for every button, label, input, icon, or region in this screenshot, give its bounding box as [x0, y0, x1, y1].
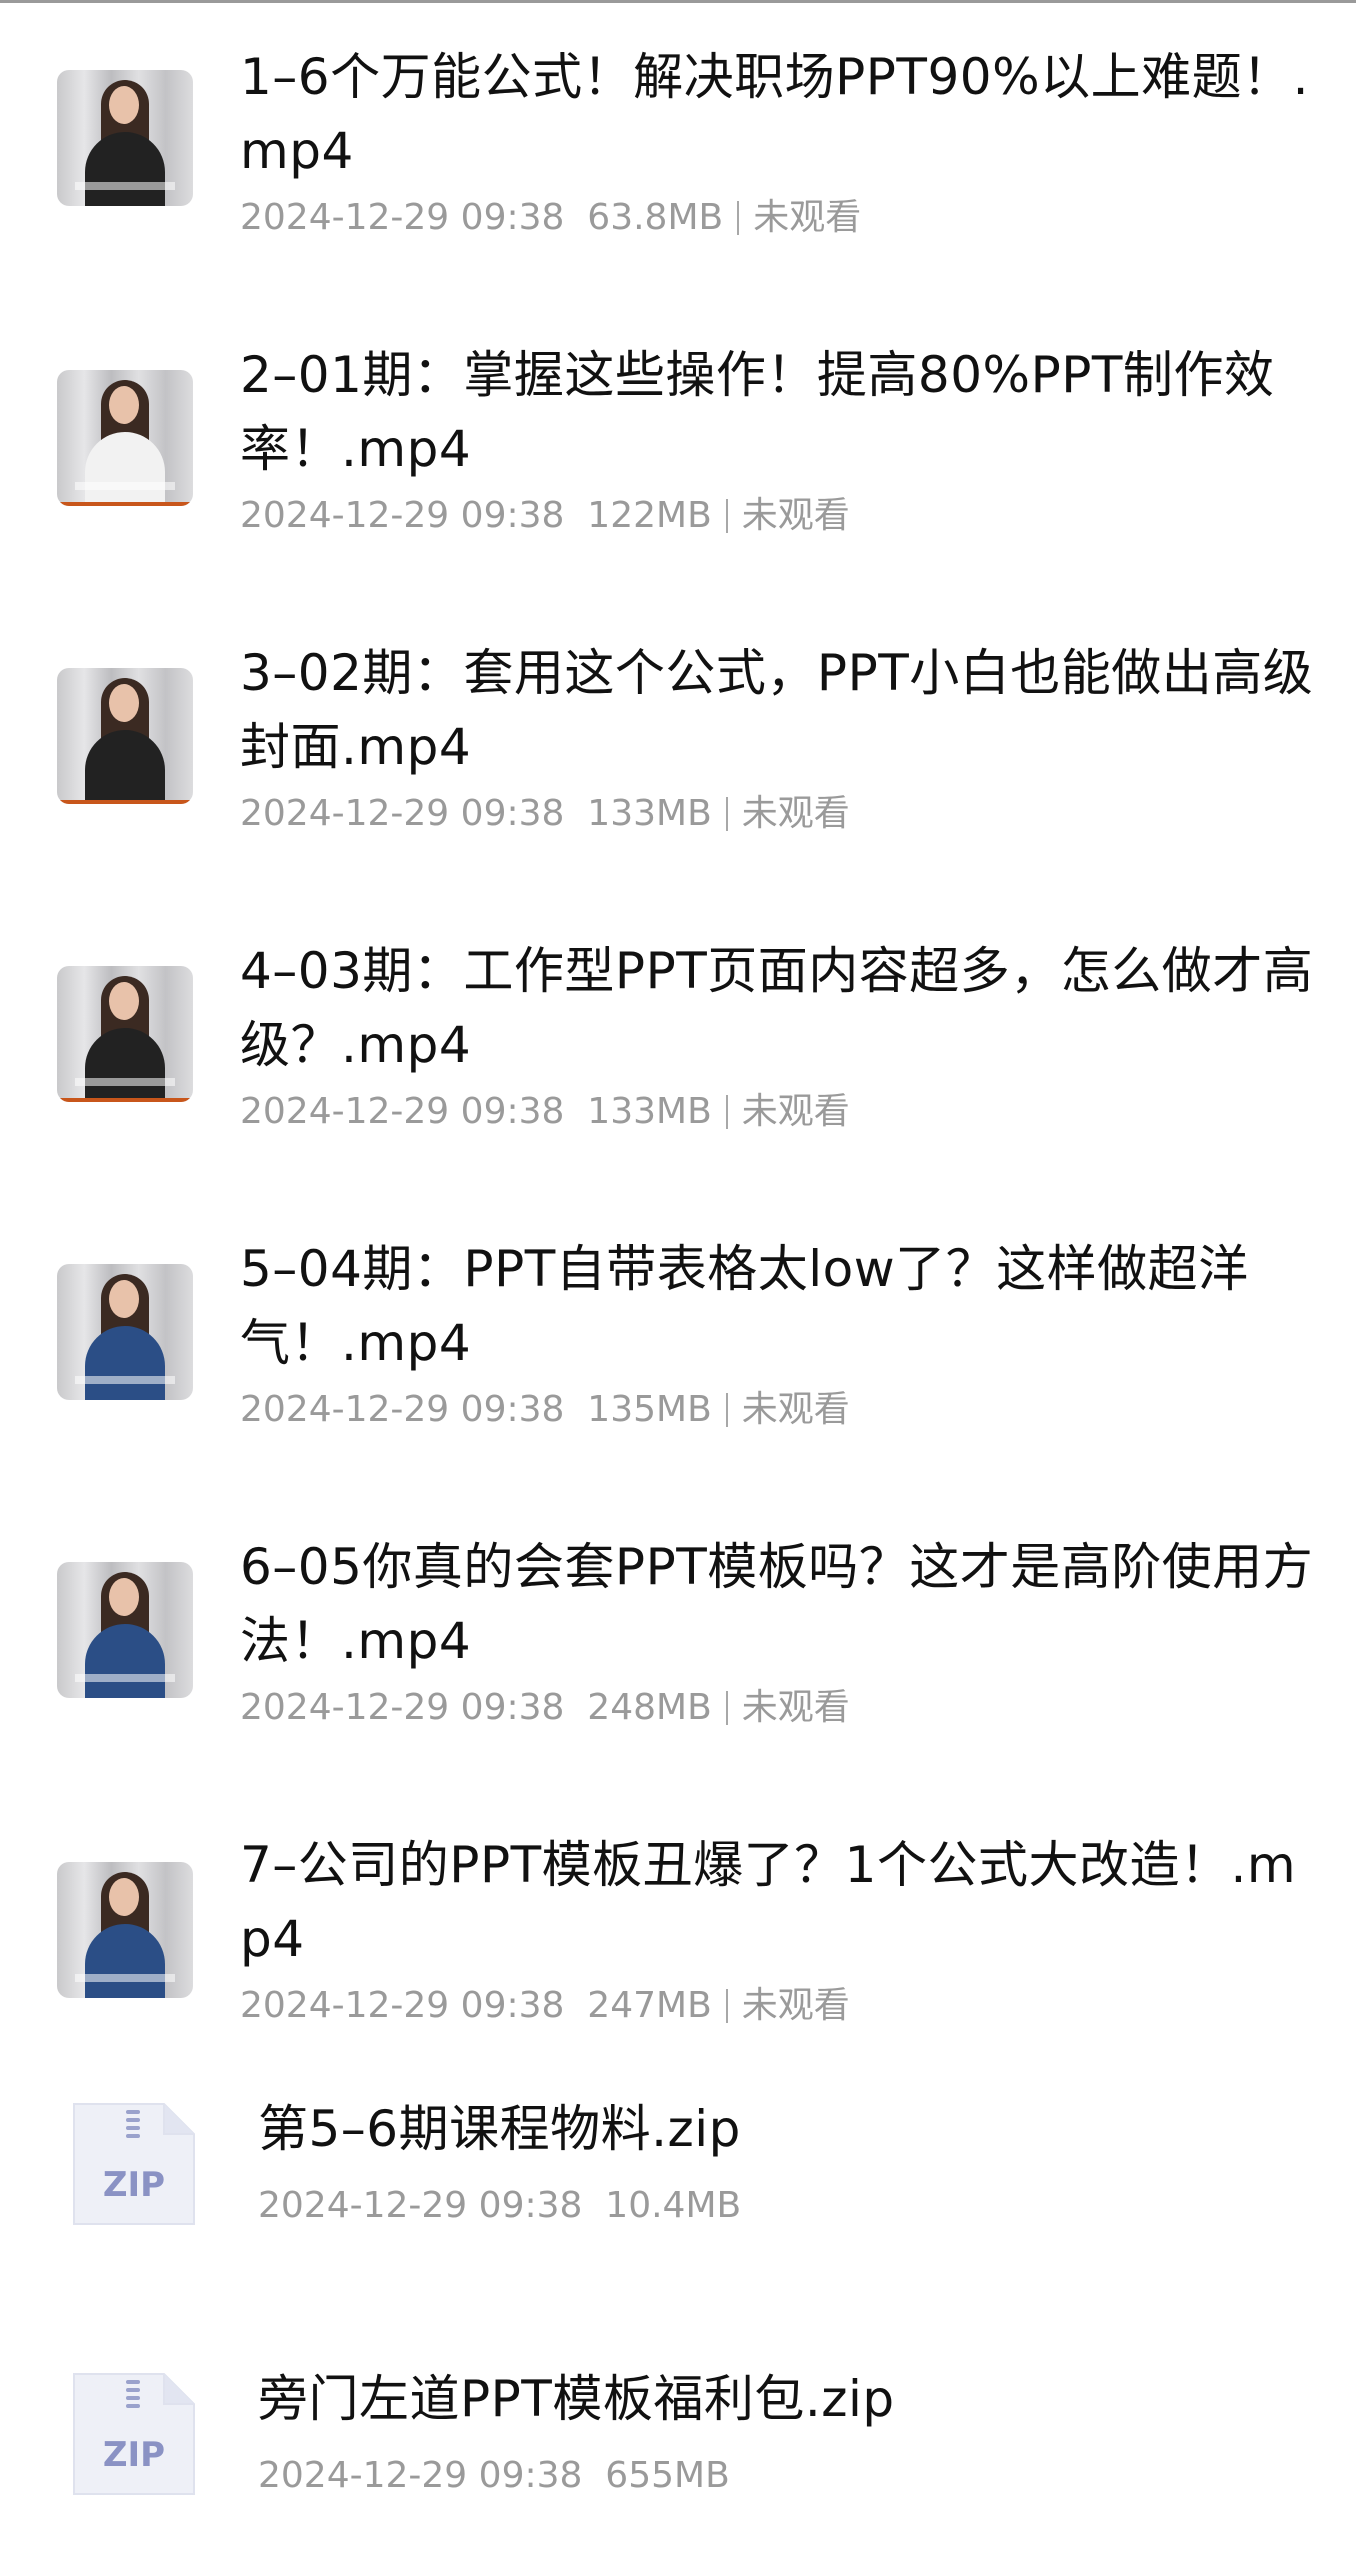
file-row-video-3[interactable]: 3–02期：套用这个公式，PPT小白也能做出高级封面.mp4 2024-12-2…	[0, 588, 1356, 886]
file-date: 2024-12-29 09:38	[240, 1985, 565, 2026]
file-meta: 2024-12-29 09:38 122MB 未观看	[240, 494, 850, 538]
file-size: 133MB	[587, 1091, 712, 1132]
file-meta: 2024-12-29 09:38 10.4MB	[258, 2184, 741, 2228]
file-size: 655MB	[605, 2455, 730, 2496]
zip-file-icon: ZIP	[73, 2103, 195, 2225]
meta-separator	[725, 1691, 728, 1725]
zip-file-icon: ZIP	[73, 2373, 195, 2495]
file-size: 122MB	[587, 495, 712, 536]
video-thumbnail	[57, 370, 193, 506]
watch-status: 未观看	[741, 793, 850, 834]
video-thumbnail	[57, 668, 193, 804]
file-title: 3–02期：套用这个公式，PPT小白也能做出高级封面.mp4	[240, 644, 1314, 776]
file-row-video-1[interactable]: 1–6个万能公式！解决职场PPT90%以上难题！.mp4 2024-12-29 …	[0, 0, 1356, 290]
file-title: 5–04期：PPT自带表格太low了？这样做超洋气！.mp4	[240, 1240, 1249, 1372]
video-thumbnail	[57, 1562, 193, 1698]
file-title: 6–05你真的会套PPT模板吗？这才是高阶使用方法！.mp4	[240, 1538, 1314, 1670]
file-list: 1–6个万能公式！解决职场PPT90%以上难题！.mp4 2024-12-29 …	[0, 0, 1356, 2560]
file-date: 2024-12-29 09:38	[240, 197, 565, 238]
file-title: 7–公司的PPT模板丑爆了？1个公式大改造！.mp4	[240, 1836, 1297, 1968]
file-size: 248MB	[587, 1687, 712, 1728]
meta-separator	[737, 201, 740, 235]
file-date: 2024-12-29 09:38	[240, 1389, 565, 1430]
zip-icon-label: ZIP	[103, 2435, 165, 2475]
file-title: 1–6个万能公式！解决职场PPT90%以上难题！.mp4	[240, 48, 1309, 180]
file-date: 2024-12-29 09:38	[258, 2455, 583, 2496]
video-thumbnail	[57, 1264, 193, 1400]
file-date: 2024-12-29 09:38	[240, 495, 565, 536]
watch-status: 未观看	[741, 1985, 850, 2026]
file-row-zip-1[interactable]: ZIP 第5–6期课程物料.zip 2024-12-29 09:38 10.4M…	[0, 2070, 1356, 2320]
file-meta: 2024-12-29 09:38 63.8MB 未观看	[240, 196, 861, 240]
file-date: 2024-12-29 09:38	[240, 1687, 565, 1728]
watch-status: 未观看	[741, 495, 850, 536]
file-meta: 2024-12-29 09:38 247MB 未观看	[240, 1984, 850, 2028]
video-thumbnail	[57, 966, 193, 1102]
file-meta: 2024-12-29 09:38 248MB 未观看	[240, 1686, 850, 1730]
watch-status: 未观看	[741, 1091, 850, 1132]
file-date: 2024-12-29 09:38	[258, 2185, 583, 2226]
zip-icon-label: ZIP	[103, 2165, 165, 2205]
meta-separator	[725, 797, 728, 831]
file-title: 第5–6期课程物料.zip	[258, 2100, 741, 2158]
file-meta: 2024-12-29 09:38 133MB 未观看	[240, 1090, 850, 1134]
watch-status: 未观看	[741, 1687, 850, 1728]
meta-separator	[725, 1989, 728, 2023]
file-title: 2–01期：掌握这些操作！提高80%PPT制作效率！.mp4	[240, 346, 1275, 478]
file-row-zip-2[interactable]: ZIP 旁门左道PPT模板福利包.zip 2024-12-29 09:38 65…	[0, 2340, 1356, 2560]
video-thumbnail	[57, 70, 193, 206]
file-row-video-5[interactable]: 5–04期：PPT自带表格太low了？这样做超洋气！.mp4 2024-12-2…	[0, 1184, 1356, 1482]
file-date: 2024-12-29 09:38	[240, 793, 565, 834]
file-row-video-7[interactable]: 7–公司的PPT模板丑爆了？1个公式大改造！.mp4 2024-12-29 09…	[0, 1780, 1356, 2070]
file-meta: 2024-12-29 09:38 135MB 未观看	[240, 1388, 850, 1432]
file-size: 247MB	[587, 1985, 712, 2026]
file-size: 63.8MB	[587, 197, 724, 238]
file-row-video-4[interactable]: 4–03期：工作型PPT页面内容超多，怎么做才高级？.mp4 2024-12-2…	[0, 886, 1356, 1184]
file-size: 10.4MB	[605, 2185, 742, 2226]
file-size: 135MB	[587, 1389, 712, 1430]
meta-separator	[725, 499, 728, 533]
meta-separator	[725, 1095, 728, 1129]
file-title: 4–03期：工作型PPT页面内容超多，怎么做才高级？.mp4	[240, 942, 1314, 1074]
file-row-video-6[interactable]: 6–05你真的会套PPT模板吗？这才是高阶使用方法！.mp4 2024-12-2…	[0, 1482, 1356, 1780]
watch-status: 未观看	[753, 197, 862, 238]
file-meta: 2024-12-29 09:38 655MB	[258, 2454, 730, 2498]
file-row-video-2[interactable]: 2–01期：掌握这些操作！提高80%PPT制作效率！.mp4 2024-12-2…	[0, 290, 1356, 588]
file-meta: 2024-12-29 09:38 133MB 未观看	[240, 792, 850, 836]
file-size: 133MB	[587, 793, 712, 834]
video-thumbnail	[57, 1862, 193, 1998]
meta-separator	[725, 1393, 728, 1427]
file-title: 旁门左道PPT模板福利包.zip	[258, 2370, 895, 2428]
watch-status: 未观看	[741, 1389, 850, 1430]
file-date: 2024-12-29 09:38	[240, 1091, 565, 1132]
